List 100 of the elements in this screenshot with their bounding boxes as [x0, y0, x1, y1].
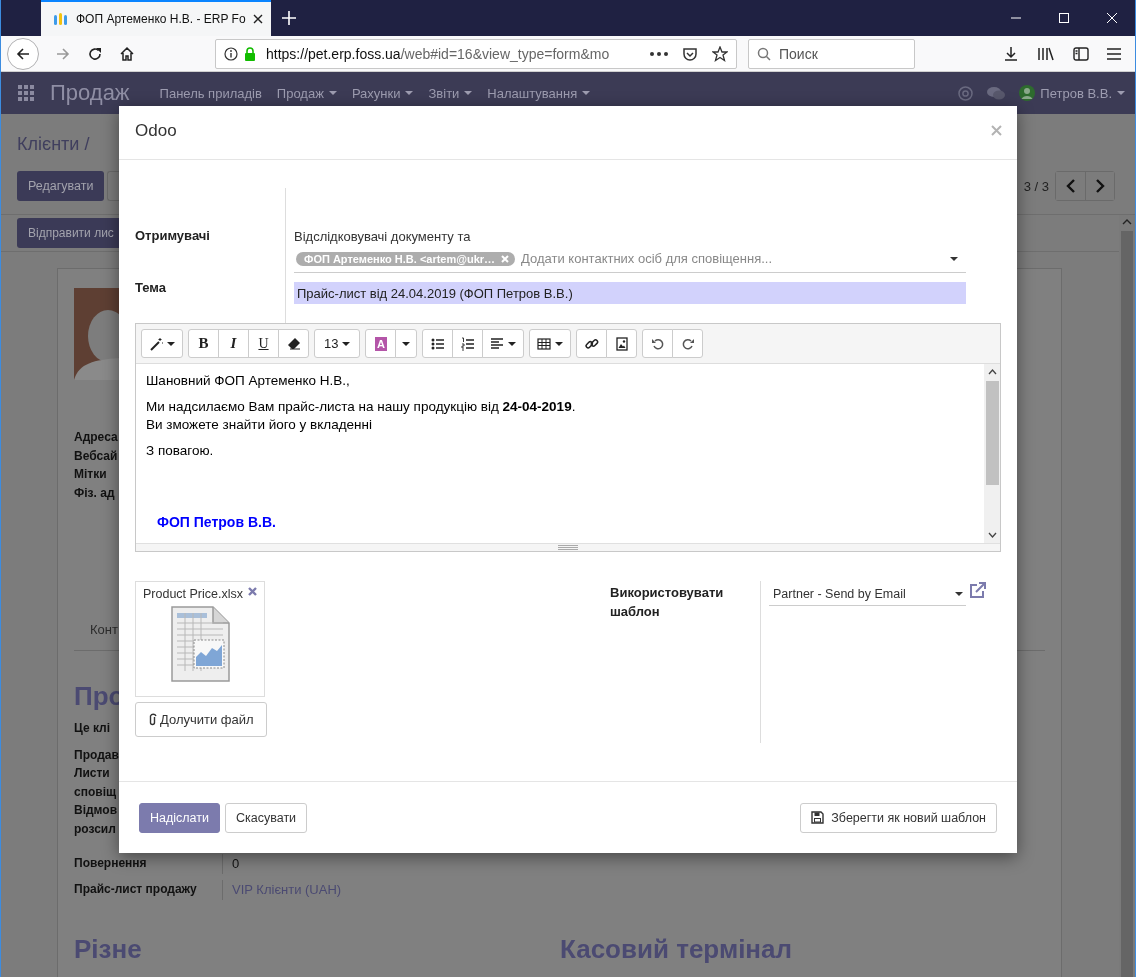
- remove-icon[interactable]: [248, 587, 257, 596]
- scrollbar[interactable]: [984, 364, 1000, 543]
- image-icon: [614, 336, 629, 351]
- align-button[interactable]: [482, 329, 525, 358]
- back-arrow-icon: [15, 45, 31, 62]
- library-icon[interactable]: [1037, 45, 1055, 62]
- recipients-note: Відслідковувачі документу та: [294, 229, 472, 245]
- cancel-button[interactable]: Скасувати: [225, 802, 308, 833]
- undo-button[interactable]: [642, 329, 674, 358]
- field-label: Адреса: [74, 429, 118, 446]
- edit-button[interactable]: Редагувати: [17, 171, 105, 201]
- font-color-button[interactable]: A: [365, 329, 397, 358]
- caret-icon: [402, 341, 411, 346]
- info-icon[interactable]: [224, 46, 238, 61]
- send-button[interactable]: Надіслати: [139, 802, 220, 833]
- next-button[interactable]: [1085, 172, 1114, 200]
- caret-icon: [508, 341, 517, 346]
- resize-grip-icon[interactable]: [558, 545, 578, 550]
- save-template-button[interactable]: Зберегти як новий шаблон: [800, 802, 997, 833]
- signature-text: ФОП Петров В.В.: [157, 514, 277, 530]
- subject-field[interactable]: Прайс-лист від 24.04.2019 (ФОП Петров В.В.): [294, 282, 966, 304]
- maximize-icon[interactable]: [1059, 13, 1069, 23]
- field-label: Продав: [74, 746, 119, 764]
- forward-icon[interactable]: [55, 45, 71, 62]
- field-label: Листи сповіщ: [74, 765, 117, 801]
- font-size-button[interactable]: 13: [314, 329, 361, 358]
- eraser-button[interactable]: [278, 329, 309, 358]
- caret-icon: [342, 341, 351, 346]
- star-icon[interactable]: [712, 45, 728, 62]
- attach-file-button[interactable]: Долучити файл: [135, 702, 267, 737]
- scroll-down-icon[interactable]: [987, 532, 997, 538]
- user-menu[interactable]: Петров В.В.: [1040, 85, 1125, 101]
- external-link-icon[interactable]: [969, 581, 987, 599]
- home-icon[interactable]: [119, 45, 135, 62]
- field-label: Відмов розсил: [74, 802, 118, 838]
- table-button[interactable]: [529, 329, 572, 358]
- chevron-left-icon: [1065, 179, 1076, 193]
- style-button[interactable]: [141, 329, 183, 358]
- message-paragraph: З повагою.: [146, 442, 215, 460]
- attachment-card[interactable]: Product Price.xlsx: [135, 581, 265, 697]
- caret-icon: [955, 592, 963, 596]
- eraser-icon: [286, 336, 301, 351]
- numbered-list-icon: [460, 336, 475, 351]
- field-label: Це клі: [74, 720, 111, 737]
- address-field[interactable]: https://pet.erp.foss.ua/web#id=16&view_type=form&mo: [215, 38, 737, 69]
- message-paragraph: Ми надсилаємо Вам прайс-листа на нашу продукцію від 24-04-2019. Ви зможете знайти його у вкладенні: [146, 398, 577, 434]
- scrollbar-thumb[interactable]: [985, 381, 999, 485]
- menu-item[interactable]: Рахунки: [351, 85, 414, 101]
- table-icon: [537, 336, 552, 351]
- field-label: Тема: [135, 279, 168, 297]
- caret-icon: [167, 341, 175, 346]
- caret-icon: [950, 256, 958, 261]
- bold-button[interactable]: B: [188, 329, 219, 358]
- sidebar-icon[interactable]: [1073, 46, 1089, 61]
- field-label: Використовувати шаблон: [610, 584, 725, 621]
- pocket-icon[interactable]: [682, 45, 698, 62]
- avatar-icon: [1019, 85, 1036, 101]
- lock-icon: [244, 46, 256, 61]
- magic-wand-icon: [149, 336, 163, 351]
- redo-button[interactable]: [672, 329, 704, 358]
- field-label: Прайс-лист продажу: [74, 881, 197, 898]
- color-dropdown-button[interactable]: [395, 329, 418, 358]
- dialog-title: Odoo: [135, 120, 177, 141]
- notebook-tab[interactable]: Конт: [90, 622, 118, 637]
- scroll-up-icon[interactable]: [987, 369, 997, 375]
- menu-icon[interactable]: [1107, 47, 1121, 60]
- numbered-list-button[interactable]: [452, 329, 484, 358]
- bullet-list-icon: [430, 336, 445, 351]
- search-field[interactable]: Поиск: [748, 38, 915, 69]
- browser-tab[interactable]: ФОП Артеменко Н.В. - ERP Fo: [41, 0, 271, 36]
- save-icon: [811, 811, 825, 824]
- app-title[interactable]: Продаж: [50, 80, 130, 106]
- chevron-right-icon: [1095, 179, 1105, 193]
- italic-button[interactable]: I: [218, 329, 249, 358]
- field-label: Повернення: [74, 855, 147, 872]
- reload-icon[interactable]: [87, 45, 103, 62]
- add-contacts-input[interactable]: Додати контактних осіб для сповіщення...: [521, 251, 944, 266]
- underline-button[interactable]: U: [248, 329, 279, 358]
- apps-grid-icon[interactable]: [18, 85, 34, 101]
- back-button[interactable]: [7, 37, 39, 70]
- more-icon[interactable]: [650, 51, 668, 56]
- link-button[interactable]: [576, 329, 608, 358]
- rich-text-editor[interactable]: B I U 13 A Шановний ФОП Артеменко Н.В., Ми надсилаємо Вам прайс-листа на нашу продукцію від 24-04-2019. Ви зможете знайти його у вкладенні З повагою. ФОП Петров В.В.: [135, 323, 1001, 552]
- new-tab-icon[interactable]: [282, 11, 296, 25]
- download-icon[interactable]: [1003, 45, 1019, 62]
- favicon-icon: [53, 11, 69, 27]
- bullet-list-button[interactable]: [422, 329, 454, 358]
- scroll-up-icon[interactable]: [1122, 219, 1132, 225]
- redo-icon: [680, 336, 695, 351]
- field-label: Фіз. ад: [74, 484, 115, 502]
- menu-item[interactable]: Звіти: [428, 85, 473, 101]
- menu-item[interactable]: Панель приладів: [159, 85, 262, 101]
- field-label: Вебсай: [74, 447, 118, 465]
- image-button[interactable]: [606, 329, 638, 358]
- field-label: Мітки: [74, 466, 107, 483]
- field-value: 0: [232, 856, 240, 871]
- close-icon[interactable]: [253, 14, 263, 24]
- menu-item[interactable]: Налаштування: [487, 85, 591, 101]
- template-select[interactable]: Partner - Send by Email: [769, 581, 966, 606]
- menu-item[interactable]: Продаж: [276, 85, 337, 101]
